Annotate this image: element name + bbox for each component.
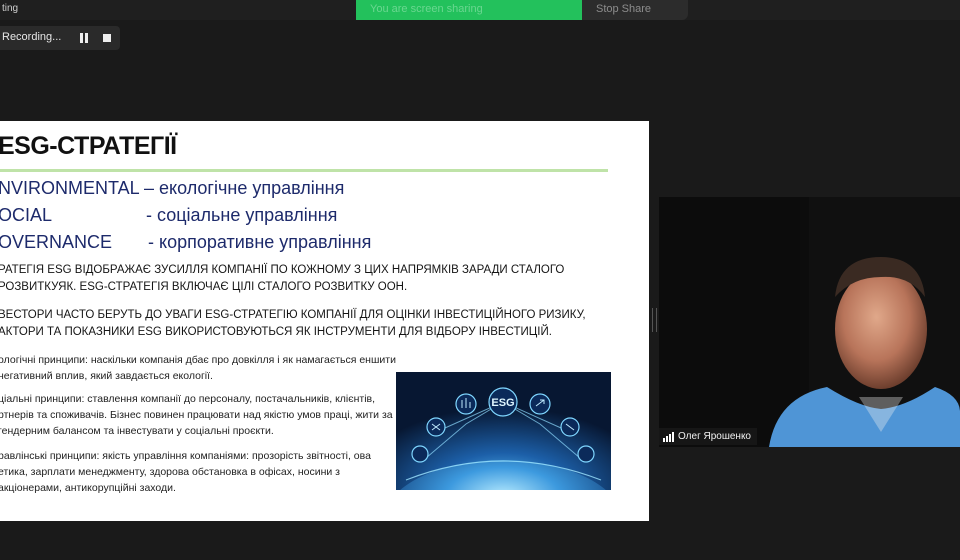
signal-strength-icon	[663, 431, 674, 442]
principle-governance: равлінські принципи: якість управління к…	[0, 450, 371, 494]
participant-nameplate: Олег Ярошенко	[659, 428, 757, 445]
stop-share-label: Stop Share	[596, 3, 652, 15]
slide-title: ESG-СТРАТЕГІЇ	[0, 132, 177, 160]
stop-share-button[interactable]: Stop Share	[582, 0, 688, 20]
esg-key: NVIRONMENTAL	[0, 178, 140, 198]
participant-video-frame	[659, 197, 960, 447]
participant-name: Олег Ярошенко	[678, 431, 751, 442]
recording-bar: Recording...	[0, 26, 120, 50]
principle-ecological: ологічні принципи: наскільки компанія дб…	[0, 354, 396, 382]
esg-image-label: ESG	[491, 397, 514, 409]
esg-key: OVERNANCE	[0, 232, 113, 252]
participant-video[interactable]: Олег Ярошенко	[659, 197, 960, 447]
pause-recording-icon[interactable]	[80, 33, 90, 43]
recording-label: Recording...	[2, 31, 62, 43]
window-title: ting	[2, 3, 19, 14]
title-divider	[0, 169, 608, 172]
esg-key: OCIAL	[0, 205, 53, 225]
stop-recording-icon[interactable]	[103, 34, 111, 42]
esg-value: - корпоративне управління	[148, 232, 372, 252]
slide-paragraph-2: вестори часто беруть до уваги ESG-страте…	[0, 309, 586, 338]
principle-social: ціальні принципи: ставлення компанії до …	[0, 393, 393, 437]
esg-globe-image: ESG	[396, 372, 611, 490]
panel-resize-handle[interactable]	[652, 308, 657, 332]
shared-slide: ESG-СТРАТЕГІЇ NVIRONMENTAL – екологічне …	[0, 121, 649, 521]
share-banner-text: You are screen sharing	[370, 3, 483, 15]
esg-value: - соціальне управління	[146, 205, 338, 225]
screen-share-banner: You are screen sharing	[356, 0, 582, 20]
slide-paragraph-1: ратегія ESG відображає зусилля компанії …	[0, 264, 565, 293]
esg-value: – екологічне управління	[144, 178, 345, 198]
